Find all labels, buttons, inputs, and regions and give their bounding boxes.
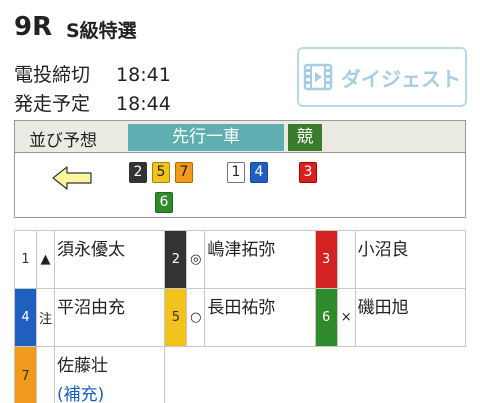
prediction-mark: 注 — [36, 288, 55, 347]
line-chip: 4 — [250, 162, 268, 183]
digest-button-label: ダイジェスト — [341, 66, 461, 91]
prediction-mark: ▲ — [36, 230, 55, 289]
table-row: 7 佐藤壮 (補充) — [14, 346, 466, 403]
line-chip: 7 — [175, 162, 193, 183]
close-time-label: 電投締切 — [14, 64, 91, 86]
close-time-value: 18:41 — [116, 64, 171, 86]
digest-button[interactable]: ダイジェスト — [297, 47, 467, 107]
race-number: 9R — [14, 12, 53, 42]
prediction-mark: ◎ — [186, 230, 206, 289]
rider-name[interactable]: 長田祐弥 — [204, 288, 316, 347]
line-chip: 5 — [152, 162, 170, 183]
empty-cell — [164, 346, 466, 403]
frame-number: 6 — [314, 288, 338, 347]
rider-name[interactable]: 小沼良 — [355, 230, 467, 289]
prediction-mark — [36, 346, 55, 403]
line-chip: 3 — [299, 162, 317, 183]
start-time-label: 発走予定 — [14, 93, 91, 115]
rider-name[interactable]: 佐藤壮 — [57, 356, 108, 376]
prediction-mark — [337, 230, 356, 289]
frame-number: 3 — [314, 230, 338, 289]
line-chip: 2 — [129, 162, 147, 183]
rider-name[interactable]: 須永優太 — [54, 230, 166, 289]
prediction-type-tag: 先行一車 — [128, 124, 284, 151]
line-prediction-panel: 並び予想 先行一車 競 2 5 7 1 4 3 6 — [14, 120, 466, 218]
rider-name[interactable]: 嶋津拓弥 — [204, 230, 316, 289]
prediction-mark: × — [337, 288, 356, 347]
frame-number: 5 — [164, 288, 188, 347]
rider-cell[interactable]: 佐藤壮 (補充) — [54, 346, 166, 403]
frame-number: 1 — [14, 230, 37, 289]
prediction-mark: ○ — [186, 288, 206, 347]
line-chip: 1 — [227, 162, 245, 183]
table-row: 4 注 平沼由充 5 ○ 長田祐弥 6 × 磯田旭 — [14, 288, 467, 347]
rider-name[interactable]: 磯田旭 — [355, 288, 467, 347]
frame-number: 4 — [14, 288, 37, 347]
film-icon — [303, 63, 333, 91]
substitute-note: (補充) — [57, 385, 105, 403]
prediction-mark-tag: 競 — [288, 124, 322, 151]
line-chip: 6 — [155, 192, 173, 213]
prediction-title: 並び予想 — [29, 131, 97, 151]
prediction-header: 並び予想 先行一車 競 — [15, 121, 465, 153]
frame-number: 2 — [164, 230, 188, 289]
rider-name[interactable]: 平沼由充 — [54, 288, 166, 347]
entry-table: 1 ▲ 須永優太 2 ◎ 嶋津拓弥 3 小沼良 4 注 平沼由充 5 ○ 長田祐… — [14, 230, 467, 403]
close-time-row: 電投締切 18:41 — [14, 60, 171, 87]
race-grade: S級特選 — [66, 20, 137, 42]
arrow-left-icon — [51, 165, 93, 195]
start-time-row: 発走予定 18:44 — [14, 89, 171, 116]
table-row: 1 ▲ 須永優太 2 ◎ 嶋津拓弥 3 小沼良 — [14, 230, 467, 289]
start-time-value: 18:44 — [116, 93, 171, 115]
frame-number: 7 — [14, 346, 37, 403]
